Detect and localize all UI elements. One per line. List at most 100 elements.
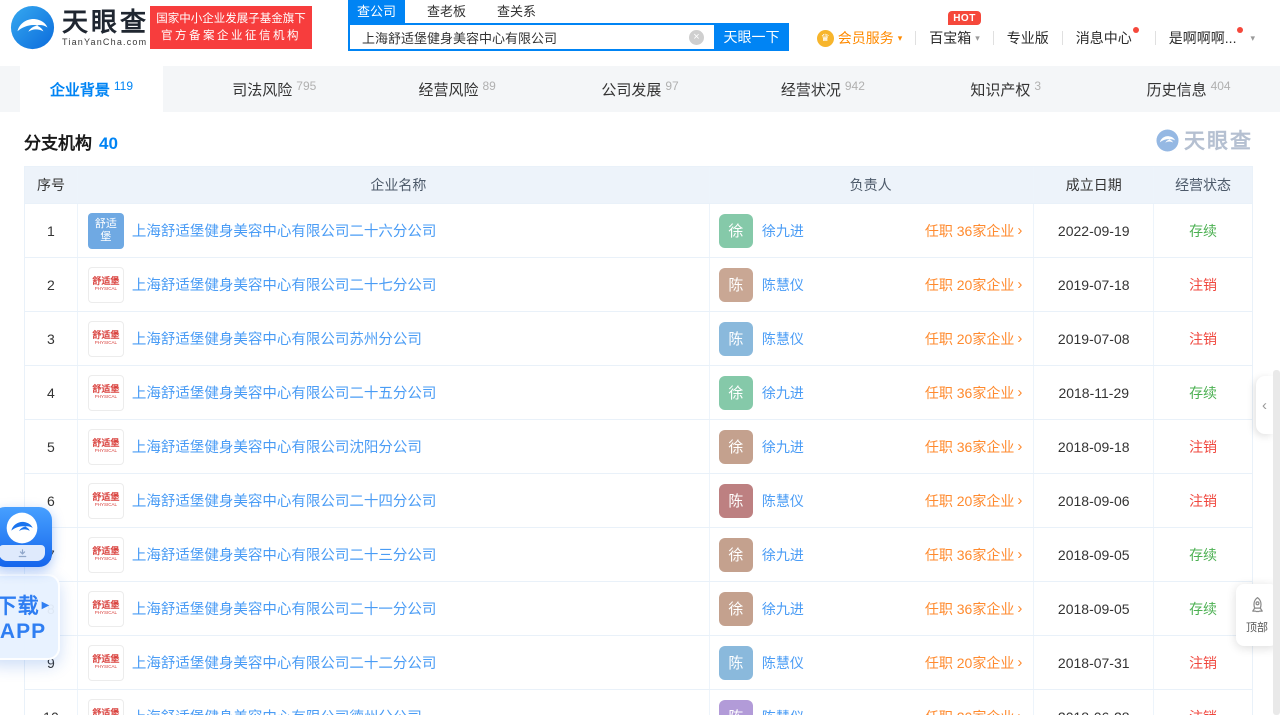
person-name-link[interactable]: 徐九进 [762,545,804,565]
person-name-link[interactable]: 徐九进 [762,383,804,403]
tab-intellectual-property[interactable]: 知识产权3 [914,66,1097,112]
menu-message-center[interactable]: 消息中心 [1063,28,1155,48]
company-logo[interactable]: 舒适堡 PHYSICAL [88,483,124,519]
search-tab-relation[interactable]: 查关系 [488,0,545,23]
person-avatar[interactable]: 陈 [719,700,753,715]
positions-link[interactable]: 任职 20家企业 › [925,329,1022,349]
tab-count: 89 [482,79,495,93]
company-name-link[interactable]: 上海舒适堡健身美容中心有限公司二十四分公司 [132,490,437,511]
person-name-link[interactable]: 徐九进 [762,437,804,457]
person-avatar[interactable]: 陈 [719,484,753,518]
tab-history-info[interactable]: 历史信息404 [1097,66,1280,112]
tab-label: 历史信息 [1147,79,1207,100]
company-nav-tabs: 企业背景119 司法风险795 经营风险89 公司发展97 经营状况942 知识… [0,66,1280,112]
company-name-link[interactable]: 上海舒适堡健身美容中心有限公司二十六分公司 [132,220,437,241]
status-text: 注销 [1189,653,1217,673]
company-logo[interactable]: 舒适堡 PHYSICAL [88,375,124,411]
clear-search-icon[interactable]: × [689,30,704,45]
eye-logo-icon [1156,129,1179,152]
person-avatar[interactable]: 徐 [719,592,753,626]
company-name-link[interactable]: 上海舒适堡健身美容中心有限公司二十二分公司 [132,652,437,673]
person-name-link[interactable]: 徐九进 [762,221,804,241]
company-logo[interactable]: 舒适堡 PHYSICAL [88,645,124,681]
tab-judicial-risk[interactable]: 司法风险795 [183,66,366,112]
menu-account[interactable]: 是啊啊啊... ▾ [1156,28,1268,48]
company-name-link[interactable]: 上海舒适堡健身美容中心有限公司苏州分公司 [132,328,422,349]
search-tab-company[interactable]: 查公司 [348,0,405,23]
positions-text: 任职 36家企业 [925,599,1014,619]
person-avatar[interactable]: 徐 [719,430,753,464]
tab-count: 3 [1034,79,1041,93]
section-header: 分支机构 40 [24,129,118,154]
person-avatar[interactable]: 徐 [719,376,753,410]
positions-link[interactable]: 任职 36家企业 › [925,437,1022,457]
date-cell: 2018-09-05 [1034,582,1154,635]
tab-company-development[interactable]: 公司发展97 [549,66,732,112]
person-avatar[interactable]: 陈 [719,322,753,356]
positions-link[interactable]: 任职 36家企业 › [925,221,1022,241]
person-name-link[interactable]: 徐九进 [762,599,804,619]
company-logo[interactable]: 舒适堡 PHYSICAL [88,267,124,303]
row-index: 3 [25,312,78,365]
company-logo[interactable]: 舒适堡 PHYSICAL [88,321,124,357]
company-logo[interactable]: 舒适堡 PHYSICAL [88,699,124,715]
positions-link[interactable]: 任职 20家企业 › [925,707,1022,715]
tab-label: 经营状况 [781,79,841,100]
company-logo[interactable]: 舒适堡 PHYSICAL [88,591,124,627]
person-name-link[interactable]: 陈慧仪 [762,275,804,295]
search-button[interactable]: 天眼一下 [714,23,789,51]
row-index: 4 [25,366,78,419]
company-name-link[interactable]: 上海舒适堡健身美容中心有限公司二十七分公司 [132,274,437,295]
company-logo[interactable]: 舒适堡 PHYSICAL [88,429,124,465]
company-name-link[interactable]: 上海舒适堡健身美容中心有限公司二十一分公司 [132,598,437,619]
tab-operation-risk[interactable]: 经营风险89 [366,66,549,112]
company-name-link[interactable]: 上海舒适堡健身美容中心有限公司德州分公司 [132,706,422,715]
positions-link[interactable]: 任职 20家企业 › [925,491,1022,511]
search-input[interactable] [348,23,714,51]
table-row: 4 舒适堡 PHYSICAL 上海舒适堡健身美容中心有限公司二十五分公司 徐 徐… [25,365,1252,419]
person-avatar[interactable]: 徐 [719,538,753,572]
person-name-link[interactable]: 陈慧仪 [762,653,804,673]
company-logo-subtext: PHYSICAL [95,665,117,670]
company-logo-text: 舒适堡 [92,438,119,448]
person-avatar[interactable]: 陈 [719,268,753,302]
search-tab-boss[interactable]: 查老板 [418,0,475,23]
person-name-link[interactable]: 陈慧仪 [762,707,804,715]
menu-pro-label: 专业版 [1007,28,1049,48]
menu-vip-services[interactable]: ♛ 会员服务 ▾ [804,28,916,48]
person-name-link[interactable]: 陈慧仪 [762,491,804,511]
scrollbar-thumb[interactable] [1273,370,1280,715]
download-app-button[interactable]: 下载 ▶ APP [0,574,60,660]
back-to-top-button[interactable]: 顶部 [1236,584,1278,646]
menu-toolbox[interactable]: HOT 百宝箱 ▾ [916,28,993,48]
row-index: 2 [25,258,78,311]
positions-link[interactable]: 任职 20家企业 › [925,653,1022,673]
company-name-link[interactable]: 上海舒适堡健身美容中心有限公司沈阳分公司 [132,436,422,457]
person-avatar[interactable]: 陈 [719,646,753,680]
tab-operation-status[interactable]: 经营状况942 [731,66,914,112]
company-name-link[interactable]: 上海舒适堡健身美容中心有限公司二十三分公司 [132,544,437,565]
chevron-right-icon: › [1017,546,1022,563]
menu-pro-version[interactable]: 专业版 [994,28,1062,48]
app-download-widget[interactable] [0,507,52,567]
positions-link[interactable]: 任职 36家企业 › [925,599,1022,619]
company-cell: 舒适堡 PHYSICAL 上海舒适堡健身美容中心有限公司德州分公司 [78,690,710,715]
positions-text: 任职 36家企业 [925,221,1014,241]
positions-link[interactable]: 任职 20家企业 › [925,275,1022,295]
positions-link[interactable]: 任职 36家企业 › [925,545,1022,565]
side-drawer-toggle[interactable]: ‹ [1256,376,1273,434]
tab-company-background[interactable]: 企业背景119 [0,66,183,112]
person-name-link[interactable]: 陈慧仪 [762,329,804,349]
company-name-link[interactable]: 上海舒适堡健身美容中心有限公司二十五分公司 [132,382,437,403]
chevron-right-icon: › [1017,384,1022,401]
company-logo-text: 舒适堡 [92,276,119,286]
positions-text: 任职 20家企业 [925,329,1014,349]
tianyancha-logo[interactable]: 天眼查 TianYanCha.com [10,5,149,50]
positions-link[interactable]: 任职 36家企业 › [925,383,1022,403]
tianyancha-watermark: 天眼查 [1156,125,1253,155]
company-logo[interactable]: 舒适堡 PHYSICAL [88,537,124,573]
person-avatar[interactable]: 徐 [719,214,753,248]
company-cell: 舒适堡 PHYSICAL 上海舒适堡健身美容中心有限公司二十五分公司 [78,366,710,419]
caret-down-icon: ▾ [1250,33,1255,44]
company-logo[interactable]: 舒适 堡 [88,213,124,249]
